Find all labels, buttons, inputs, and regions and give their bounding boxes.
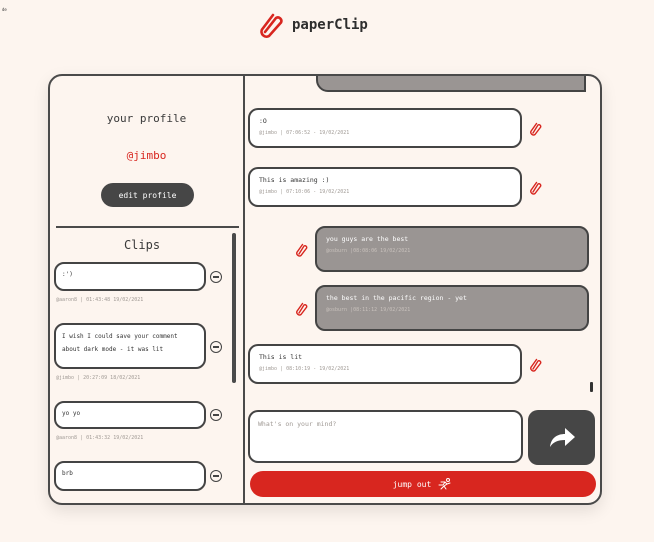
chat-message: you guys are the best @osburn |08:08:06 … [315, 226, 589, 272]
clips-title: Clips [123, 238, 161, 252]
corner-mark: de [2, 7, 7, 12]
profile-title: your profile [106, 112, 187, 125]
remove-clip-icon[interactable] [210, 341, 222, 353]
message-meta: @jimbo | 08:10:19 - 19/02/2021 [259, 366, 350, 372]
paperclip-icon [260, 13, 283, 38]
panel-divider [243, 76, 245, 503]
clip-item: :') @aaron8 | 01:43:48 19/02/2021 [54, 262, 222, 303]
brand-name: paperClip [292, 17, 368, 33]
previous-message-edge [316, 76, 586, 92]
chat-message: This is lit @jimbo | 08:10:19 - 19/02/20… [248, 344, 522, 384]
share-arrow-icon [549, 427, 575, 447]
send-button[interactable] [528, 410, 595, 465]
clip-text: :') [54, 262, 206, 291]
clip-meta: @jimbo | 20:27:09 18/02/2021 [56, 375, 141, 381]
brand-header: paperClip [258, 12, 368, 38]
edit-profile-button[interactable]: edit profile [101, 183, 194, 207]
message-meta: @osburn |08:08:06 19/02/2021 [326, 248, 411, 254]
message-meta: @jimbo | 07:06:52 - 19/02/2021 [259, 130, 350, 136]
clip-message-icon[interactable] [530, 181, 542, 195]
clip-message-icon[interactable] [296, 243, 308, 257]
clip-text: brb [54, 461, 206, 491]
profile-username: @jimbo [126, 149, 167, 162]
clip-message-icon[interactable] [530, 358, 542, 372]
running-person-icon [438, 478, 451, 490]
chat-message: :O @jimbo | 07:06:52 - 19/02/2021 [248, 108, 522, 148]
message-meta: @osburn |08:11:12 19/02/2021 [326, 307, 411, 313]
jump-out-label: jump out [392, 479, 432, 489]
message-text: :O [259, 117, 267, 125]
clip-text: yo yo [54, 401, 206, 429]
remove-clip-icon[interactable] [210, 409, 222, 421]
clip-meta: @aaron8 | 01:43:32 19/02/2021 [56, 435, 144, 441]
jump-out-button[interactable]: jump out [250, 471, 596, 497]
clip-item: brb [54, 461, 222, 491]
clip-text: I wish I could save your comment about d… [54, 323, 206, 369]
clips-scrollbar[interactable] [232, 233, 236, 383]
message-text: the best in the pacific region - yet [326, 294, 467, 302]
clip-message-icon[interactable] [530, 122, 542, 136]
chat-scrollbar[interactable] [590, 382, 593, 392]
clip-item: yo yo @aaron8 | 01:43:32 19/02/2021 [54, 401, 222, 441]
chat-message: This is amazing :) @jimbo | 07:10:06 - 1… [248, 167, 522, 207]
message-text: This is amazing :) [259, 176, 330, 184]
clip-item: I wish I could save your comment about d… [54, 323, 222, 381]
clip-meta: @aaron8 | 01:43:48 19/02/2021 [56, 297, 144, 303]
chat-message: the best in the pacific region - yet @os… [315, 285, 589, 331]
app-card: your profile @jimbo edit profile Clips :… [48, 74, 602, 505]
profile-divider [56, 226, 239, 228]
message-meta: @jimbo | 07:10:06 - 19/02/2021 [259, 189, 350, 195]
message-text: This is lit [259, 353, 303, 361]
remove-clip-icon[interactable] [210, 271, 222, 283]
clip-message-icon[interactable] [296, 302, 308, 316]
message-input[interactable] [248, 410, 523, 463]
remove-clip-icon[interactable] [210, 470, 222, 482]
message-text: you guys are the best [326, 235, 409, 243]
